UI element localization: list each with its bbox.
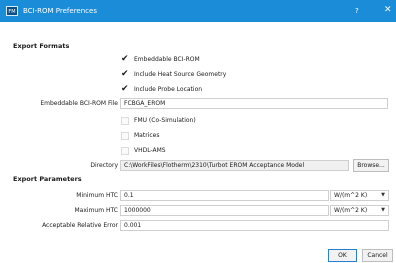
vhdl-ams-checkbox[interactable] — [121, 147, 129, 155]
check-icon: ✔ — [121, 69, 129, 79]
matrices-label: Matrices — [134, 132, 160, 139]
embeddable-file-input[interactable]: FCBGA_EROM — [120, 98, 388, 109]
help-icon[interactable]: ? — [355, 6, 359, 16]
ok-button[interactable]: OK — [328, 249, 357, 262]
chevron-down-icon: ▼ — [381, 192, 385, 198]
min-htc-unit-select[interactable]: W/(m^2 K) ▼ — [330, 190, 389, 201]
check-icon: ✔ — [121, 54, 129, 64]
export-parameters-heading: Export Parameters — [13, 175, 82, 183]
min-htc-input[interactable]: 0.1 — [120, 190, 329, 201]
min-htc-unit-value: W/(m^2 K) — [334, 192, 368, 199]
cancel-button[interactable]: Cancel — [362, 249, 393, 262]
fmu-checkbox[interactable] — [121, 117, 129, 125]
max-htc-input[interactable]: 1000000 — [120, 205, 329, 216]
include-probe-location-checkbox[interactable]: ✔ — [121, 84, 129, 94]
min-htc-label: Minimum HTC — [76, 192, 118, 199]
export-formats-heading: Export Formats — [13, 42, 70, 50]
chevron-down-icon: ▼ — [381, 207, 385, 213]
embeddable-bci-rom-checkbox[interactable]: ✔ — [121, 54, 129, 64]
relative-error-input[interactable]: 0.001 — [120, 220, 389, 231]
max-htc-unit-select[interactable]: W/(m^2 K) ▼ — [330, 205, 389, 216]
max-htc-label: Maximum HTC — [74, 207, 119, 214]
include-probe-location-label: Include Probe Location — [134, 86, 203, 93]
directory-input[interactable]: C:\WorkFiles\Flotherm\2310\Turbot EROM A… — [120, 160, 349, 171]
embeddable-bci-rom-label: Embeddable BCI-ROM — [134, 56, 200, 63]
embeddable-file-label: Embeddable BCI-ROM File — [40, 100, 118, 107]
fmu-label: FMU (Co-Simulation) — [134, 117, 196, 124]
browse-button[interactable]: Browse... — [353, 159, 389, 172]
include-heat-source-geometry-label: Include Heat Source Geometry — [134, 71, 227, 78]
max-htc-unit-value: W/(m^2 K) — [334, 207, 368, 214]
preferences-dialog: FM BCI-ROM Preferences ? ✕ Export Format… — [0, 0, 396, 263]
window-title: BCI-ROM Preferences — [23, 7, 97, 15]
app-icon: FM — [6, 6, 18, 16]
title-bar: FM BCI-ROM Preferences ? ✕ — [0, 0, 396, 22]
matrices-checkbox[interactable] — [121, 132, 129, 140]
check-icon: ✔ — [121, 84, 129, 94]
vhdl-ams-label: VHDL-AMS — [134, 147, 166, 154]
relative-error-label: Acceptable Relative Error — [42, 222, 118, 229]
include-heat-source-geometry-checkbox[interactable]: ✔ — [121, 69, 129, 79]
close-icon[interactable]: ✕ — [384, 5, 392, 16]
directory-label: Directory — [90, 162, 118, 169]
